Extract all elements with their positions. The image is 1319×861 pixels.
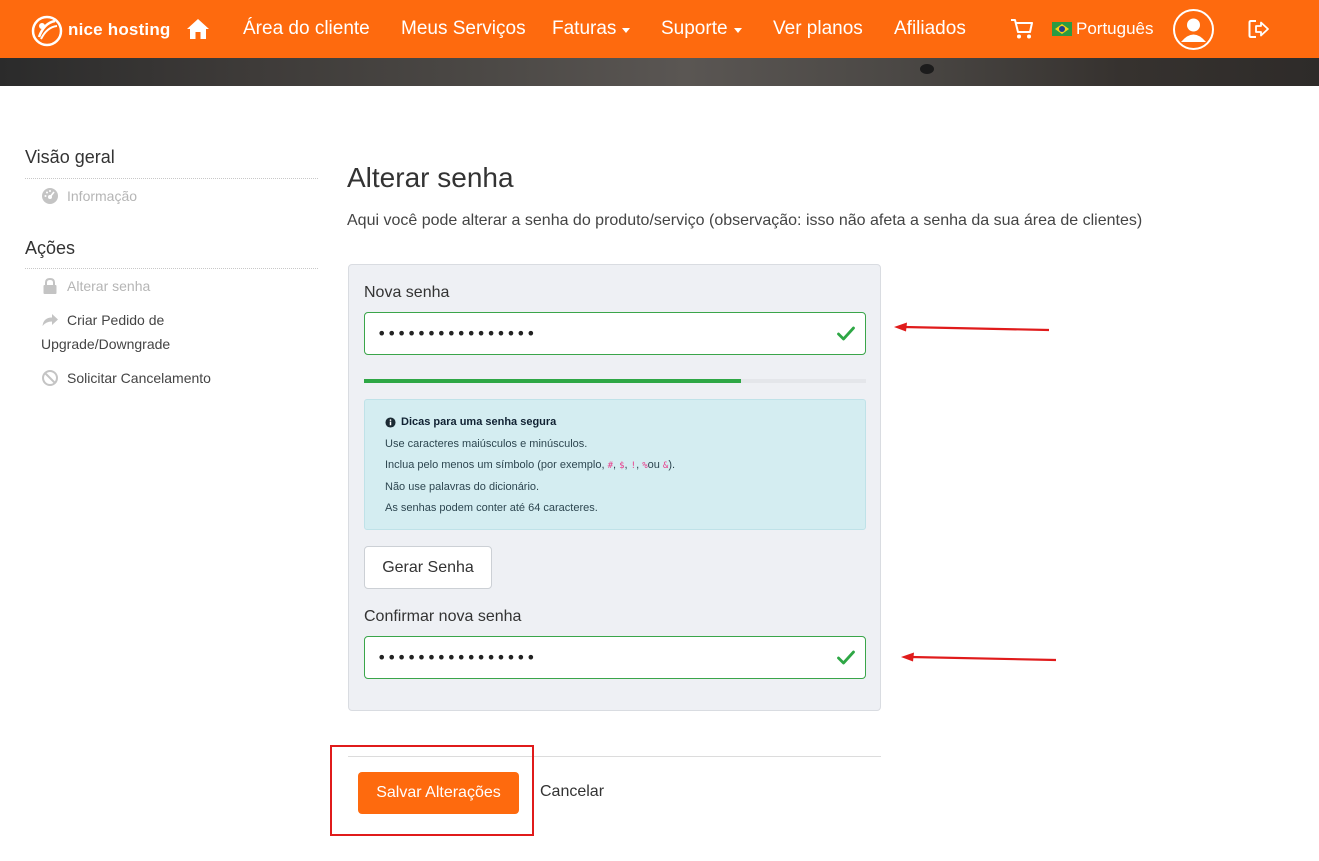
nav-support-dropdown[interactable]: Suporte	[661, 0, 742, 58]
check-icon	[837, 326, 855, 341]
hero-banner-image	[0, 58, 1319, 86]
password-strength-meter	[364, 379, 866, 383]
brazil-flag-icon	[1052, 22, 1072, 36]
nav-view-plans[interactable]: Ver planos	[773, 0, 863, 58]
password-tips-alert: Dicas para uma senha segura Use caracter…	[364, 399, 866, 530]
new-password-input[interactable]	[364, 312, 866, 355]
page-title: Alterar senha	[347, 162, 514, 193]
sidebar-divider	[25, 268, 318, 269]
sidebar-actions-heading: Ações	[25, 238, 76, 258]
annotation-arrow-icon	[894, 322, 1050, 332]
language-selector[interactable]: Português	[1052, 0, 1154, 58]
sidebar-item-upgrade-downgrade[interactable]: Criar Pedido de Upgrade/Downgrade	[41, 308, 221, 356]
brand-name: nice hosting	[68, 20, 171, 39]
home-icon[interactable]	[186, 18, 210, 40]
sidebar-overview-heading: Visão geral	[25, 147, 115, 167]
cart-icon[interactable]	[1010, 18, 1034, 40]
nav-invoices-dropdown[interactable]: Faturas	[552, 0, 631, 58]
caret-down-icon	[733, 27, 742, 33]
sidebar-item-request-cancellation[interactable]: Solicitar Cancelamento	[41, 366, 211, 390]
user-avatar-icon[interactable]	[1173, 9, 1214, 50]
cancel-link[interactable]: Cancelar	[540, 783, 604, 801]
lock-icon	[43, 277, 57, 294]
caret-down-icon	[622, 27, 631, 33]
password-strength-fill	[364, 379, 741, 383]
annotation-highlight-box	[330, 745, 534, 836]
info-circle-icon	[385, 416, 396, 428]
brand-logo-icon	[31, 15, 63, 47]
password-tip: As senhas podem conter até 64 caracteres…	[385, 502, 598, 514]
nav-affiliates[interactable]: Afiliados	[894, 0, 966, 58]
change-password-form-card: Nova senha Dicas para uma senha segura U…	[348, 264, 881, 711]
password-tip: Inclua pelo menos um símbolo (por exempl…	[385, 459, 676, 471]
new-password-label: Nova senha	[364, 284, 450, 301]
share-arrow-icon	[42, 314, 58, 326]
check-icon	[837, 650, 855, 665]
confirm-password-input[interactable]	[364, 636, 866, 679]
sidebar-item-change-password[interactable]: Alterar senha	[41, 274, 150, 298]
generate-password-button[interactable]: Gerar Senha	[364, 546, 492, 589]
annotation-arrow-icon	[901, 652, 1057, 662]
dashboard-icon	[42, 188, 58, 204]
logout-icon[interactable]	[1248, 19, 1270, 39]
password-tip: Use caracteres maiúsculos e minúsculos.	[385, 438, 588, 450]
confirm-password-label: Confirmar nova senha	[364, 608, 522, 625]
password-tip: Não use palavras do dicionário.	[385, 481, 540, 493]
nav-my-services[interactable]: Meus Serviços	[401, 0, 526, 58]
ban-icon	[42, 370, 58, 386]
page-description: Aqui você pode alterar a senha do produt…	[347, 212, 1143, 229]
top-navbar: nice hosting Área do cliente Meus Serviç…	[0, 0, 1319, 58]
sidebar-divider	[25, 178, 318, 179]
sidebar-item-information[interactable]: Informação	[41, 184, 137, 208]
brand-logo[interactable]: nice hosting	[30, 12, 171, 48]
nav-client-area[interactable]: Área do cliente	[243, 0, 370, 58]
password-tips-title: Dicas para uma senha segura	[401, 416, 557, 428]
